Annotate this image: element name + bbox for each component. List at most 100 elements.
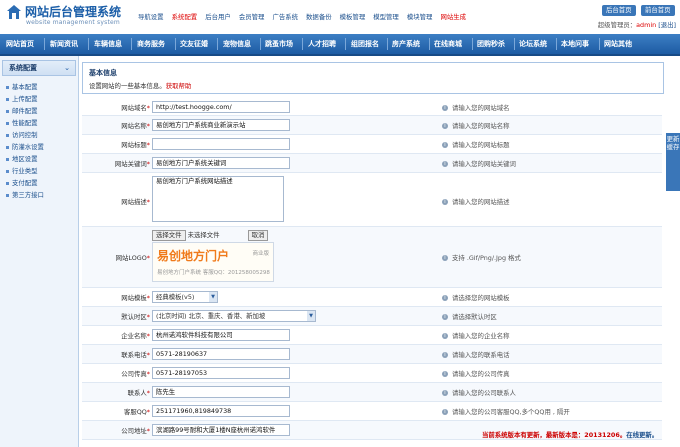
bullet-icon (6, 145, 9, 149)
topnav-item[interactable]: 后台用户 (205, 13, 231, 21)
frontend-home-button[interactable]: 前台首页 (641, 5, 675, 16)
sidebar-item-region[interactable]: 地区设置 (6, 155, 38, 164)
info-icon: i (442, 352, 448, 358)
nav-divider (217, 38, 218, 50)
backend-home-button[interactable]: 后台首页 (602, 5, 636, 16)
user-role: 超级管理员： (597, 21, 637, 29)
address-input[interactable]: 滨湖路99号耐和大厦1楼N座杭州诺鸿软件 (152, 424, 290, 436)
sidebar-item-label: 性能配置 (12, 119, 38, 127)
site-name-input[interactable]: 易创地方门户系统商业新演示站 (152, 119, 290, 131)
topnav-item[interactable]: 模块管理 (407, 13, 433, 21)
user-info: 超级管理员：admin [退出] (598, 20, 676, 29)
nav-divider (429, 38, 430, 50)
phone-input[interactable]: 0571-28190637 (152, 348, 290, 360)
field-label: 网站描述* (121, 198, 150, 206)
mainnav-item[interactable]: 商务服务 (137, 34, 165, 54)
file-status: 未选择文件 (187, 231, 220, 239)
field-hint: i 请输入您的网站名称 (442, 121, 510, 130)
home-logo-icon (7, 5, 21, 19)
topnav-item-active[interactable]: 系统配置 (172, 13, 198, 21)
site-keywords-input[interactable]: 易创地方门户系统关键词 (152, 157, 290, 169)
mainnav-item[interactable]: 人才招聘 (308, 34, 336, 54)
sidebar-item-access[interactable]: 访问控制 (6, 131, 38, 140)
topnav-item-generate[interactable]: 网站生成 (440, 13, 466, 21)
choose-file-button[interactable]: 选择文件 (152, 230, 186, 241)
topnav-item[interactable]: 会员管理 (239, 13, 265, 21)
mainnav-item[interactable]: 房产系统 (392, 34, 420, 54)
template-select[interactable]: 经典模板(v5) ▼ (152, 291, 218, 303)
chevron-down-icon: ▼ (209, 292, 217, 302)
sidebar-item-basic[interactable]: 基本配置 (6, 83, 38, 92)
sidebar-item-payment[interactable]: 支付配置 (6, 179, 38, 188)
logout-link[interactable]: [退出] (658, 21, 676, 29)
help-link[interactable]: 获取帮助 (166, 82, 192, 90)
mainnav-item[interactable]: 跳蚤市场 (265, 34, 293, 54)
user-name: admin (636, 21, 657, 29)
field-hint: i 请输入您的联系电话 (442, 350, 510, 359)
mainnav-item[interactable]: 本地问事 (561, 34, 589, 54)
bullet-icon (6, 157, 9, 161)
sidebar-item-mail[interactable]: 邮件配置 (6, 107, 38, 116)
online-update-link[interactable]: 在线更新。 (626, 431, 658, 439)
cancel-button[interactable]: 取消 (247, 230, 269, 241)
mainnav-item[interactable]: 交友征婚 (180, 34, 208, 54)
top-nav: 导航设置 系统配置 后台用户 会员管理 广告系统 数据备份 模板管理 模型管理 … (138, 12, 472, 21)
bullet-icon (6, 133, 9, 137)
logo-preview: 易创地方门户 商业版 易创地方门户系统 客服QQ：201258005298 (152, 242, 274, 282)
timezone-select[interactable]: (北京时间) 北京、重庆、香港、新加坡 ▼ (152, 310, 316, 322)
nav-divider (599, 38, 600, 50)
nav-divider (175, 38, 176, 50)
info-icon: i (442, 314, 448, 320)
company-input[interactable]: 杭州诺鸿软件科技有限公司 (152, 329, 290, 341)
bullet-icon (6, 121, 9, 125)
sidebar-item-industry[interactable]: 行业类型 (6, 167, 38, 176)
topnav-item[interactable]: 广告系统 (272, 13, 298, 21)
chevron-down-icon: ⌄ (64, 64, 70, 72)
mainnav-item[interactable]: 论坛系统 (519, 34, 547, 54)
field-hint: i 请输入您的网站域名 (442, 103, 510, 112)
refresh-cache-tab[interactable]: 更新缓存 (666, 133, 680, 191)
fax-input[interactable]: 0571-28197053 (152, 367, 290, 379)
topnav-item[interactable]: 模板管理 (340, 13, 366, 21)
field-label: 网站标题* (121, 141, 150, 149)
field-hint: i 请输入您的网站标题 (442, 140, 510, 149)
form-row-company: 企业名称* 杭州诺鸿软件科技有限公司 i 请输入您的企业名称 (82, 326, 662, 345)
info-icon: i (442, 105, 448, 111)
mainnav-item[interactable]: 在线商城 (434, 34, 462, 54)
qq-input[interactable]: 251171960,819849738 (152, 405, 290, 417)
info-icon: i (442, 390, 448, 396)
site-title-input[interactable] (152, 138, 290, 150)
mainnav-item[interactable]: 新闻资讯 (50, 34, 78, 54)
update-notice: 当前系统版本有更新，最新版本是：20131206。在线更新。 (482, 430, 658, 439)
sidebar-item-antispam[interactable]: 防灌水设置 (6, 143, 44, 152)
mainnav-item[interactable]: 车辆信息 (94, 34, 122, 54)
mainnav-item[interactable]: 网站首页 (6, 34, 34, 54)
field-hint: i 请输入您的企业名称 (442, 331, 510, 340)
sidebar-header[interactable]: 系统配置 ⌄ (2, 60, 76, 76)
field-label: 默认时区* (121, 313, 150, 321)
form-row-contact: 联系人* 陈先生 i 请输入您的公司联系人 (82, 383, 662, 402)
sidebar-item-thirdparty[interactable]: 第三方接口 (6, 191, 44, 200)
site-description-textarea[interactable]: 易创地方门户系统网站描述 (152, 176, 284, 222)
form-row-template: 网站模板* 经典模板(v5) ▼ i 请选择您的网站模板 (82, 288, 662, 307)
sidebar-item-upload[interactable]: 上传配置 (6, 95, 38, 104)
field-hint: i 请输入您的网站关键词 (442, 159, 516, 168)
form-row-title: 网站标题* i 请输入您的网站标题 (82, 135, 662, 154)
bullet-icon (6, 181, 9, 185)
info-icon: i (442, 255, 448, 261)
bullet-icon (6, 85, 9, 89)
section-title: 基本信息 (89, 69, 117, 77)
topnav-item[interactable]: 导航设置 (138, 13, 164, 21)
top-header: 网站后台管理系统 website management system 导航设置 … (0, 0, 680, 34)
mainnav-item[interactable]: 网站其他 (604, 34, 632, 54)
field-label: 网站模板* (121, 294, 150, 302)
contact-input[interactable]: 陈先生 (152, 386, 290, 398)
mainnav-item[interactable]: 宠物信息 (223, 34, 251, 54)
topnav-item[interactable]: 数据备份 (306, 13, 332, 21)
topnav-item[interactable]: 模型管理 (373, 13, 399, 21)
mainnav-item[interactable]: 团购秒杀 (477, 34, 505, 54)
sidebar-item-performance[interactable]: 性能配置 (6, 119, 38, 128)
file-picker: 选择文件 未选择文件 取消 (152, 230, 269, 241)
site-domain-input[interactable]: http://test.hoogge.com/ (152, 101, 290, 113)
mainnav-item[interactable]: 组团报名 (351, 34, 379, 54)
